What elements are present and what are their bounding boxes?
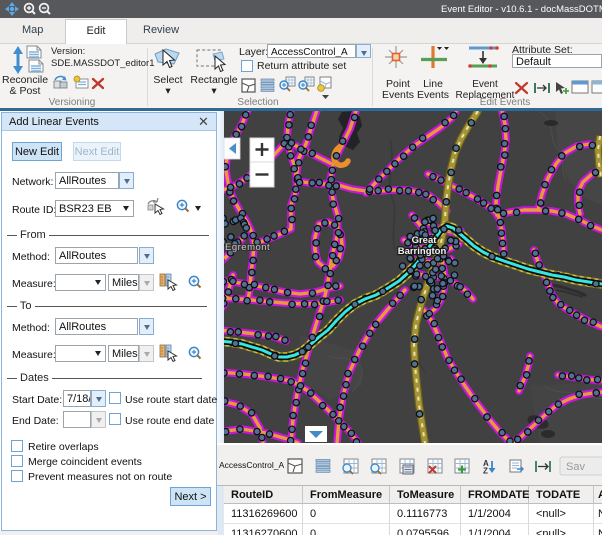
- svg-text:Barrington: Barrington: [398, 246, 447, 257]
- svg-text:Great: Great: [412, 235, 438, 246]
- svg-text:Egremont: Egremont: [225, 242, 270, 253]
